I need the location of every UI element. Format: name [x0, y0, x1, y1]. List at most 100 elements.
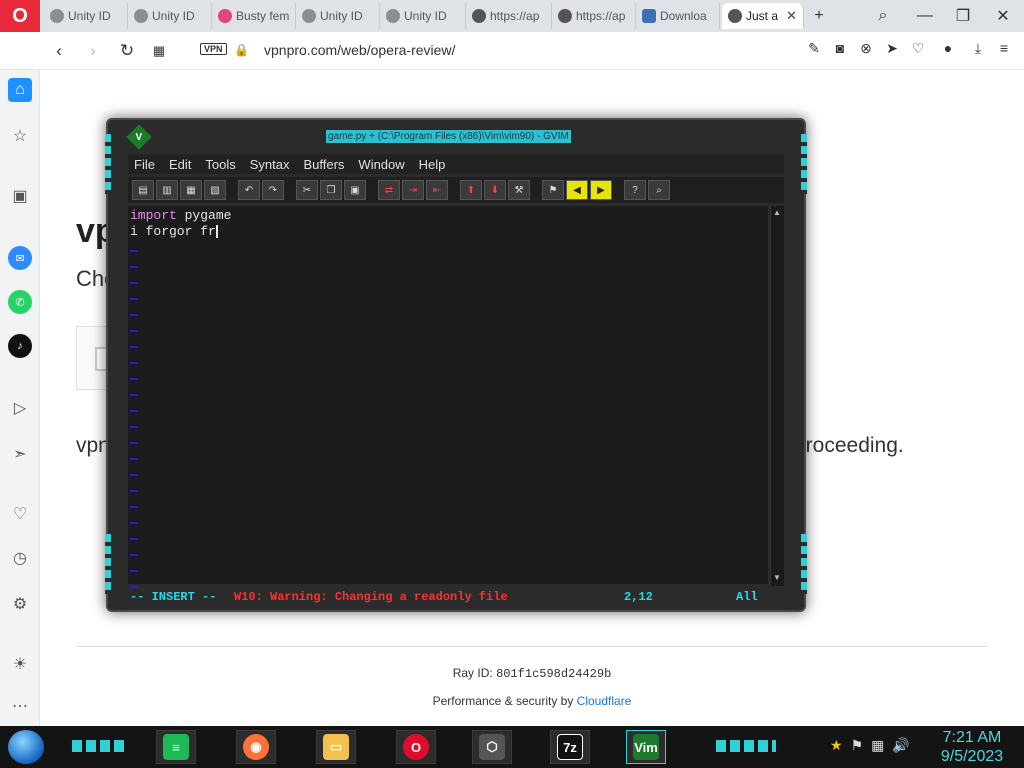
- vim-scrollbar[interactable]: ▲ ▼: [770, 206, 784, 586]
- tab-unity-id-4[interactable]: Unity ID: [380, 3, 466, 29]
- heart-sidebar-icon[interactable]: ♡: [8, 502, 32, 526]
- tab-https-1[interactable]: https://ap: [466, 3, 552, 29]
- lock-icon[interactable]: 🔒: [234, 43, 249, 57]
- send-sidebar-icon[interactable]: ➣: [8, 442, 32, 466]
- save-session-icon[interactable]: ⬇: [484, 180, 506, 200]
- volume-icon[interactable]: 🔊: [892, 737, 909, 754]
- restore-icon[interactable]: ❐: [948, 4, 978, 28]
- player-icon[interactable]: ▷: [8, 396, 32, 420]
- clock[interactable]: 7:21 AM 9/5/2023: [936, 728, 1008, 766]
- snapshot-icon[interactable]: ◙: [832, 40, 848, 57]
- menu-tools[interactable]: Tools: [205, 157, 235, 172]
- tab-unity-id-3[interactable]: Unity ID: [296, 3, 380, 29]
- run-script-icon[interactable]: ⚒: [508, 180, 530, 200]
- taskbar-7zip[interactable]: 7z: [550, 730, 590, 764]
- vim-editor[interactable]: import pygame i forgor fr: [128, 206, 768, 588]
- save-icon[interactable]: ▥: [156, 180, 178, 200]
- star-icon[interactable]: ☆: [8, 124, 32, 148]
- tab-https-2[interactable]: https://ap: [552, 3, 636, 29]
- start-button[interactable]: [8, 730, 44, 764]
- tilde-marker: [130, 298, 138, 300]
- taskbar-unity-hub[interactable]: ⬡: [472, 730, 512, 764]
- tiktok-icon[interactable]: ♪: [8, 334, 32, 358]
- gear-icon[interactable]: ⚙: [8, 592, 32, 616]
- minimize-icon[interactable]: —: [910, 4, 940, 28]
- opera-menu-button[interactable]: O: [0, 0, 40, 32]
- paste-icon[interactable]: ▣: [344, 180, 366, 200]
- help-icon[interactable]: ?: [624, 180, 646, 200]
- tilde-marker: [130, 330, 138, 332]
- lightbulb-icon[interactable]: ☀: [8, 652, 32, 676]
- redo-icon[interactable]: ↷: [262, 180, 284, 200]
- text-cursor: [215, 225, 218, 239]
- adblock-icon[interactable]: ⊗: [858, 40, 874, 57]
- vpn-badge[interactable]: VPN: [200, 43, 227, 55]
- download-icon[interactable]: ⤓: [970, 40, 986, 57]
- cloudflare-link[interactable]: Cloudflare: [577, 694, 632, 708]
- find-next-icon[interactable]: ⇥: [402, 180, 424, 200]
- taskbar-accent: [72, 740, 128, 752]
- find-replace-icon[interactable]: ⇄: [378, 180, 400, 200]
- copy-icon[interactable]: ❐: [320, 180, 342, 200]
- gvim-window[interactable]: V game.py + (C:\Program Files (x86)\Vim\…: [105, 118, 807, 612]
- tab-download[interactable]: Downloa: [636, 3, 720, 29]
- undo-icon[interactable]: ↶: [238, 180, 260, 200]
- history-icon[interactable]: ◷: [8, 546, 32, 570]
- tilde-marker: [130, 346, 138, 348]
- heart-icon[interactable]: ♡: [910, 40, 926, 57]
- whatsapp-icon[interactable]: ✆: [8, 290, 32, 314]
- more-icon[interactable]: ⋯: [8, 694, 32, 718]
- url-field[interactable]: vpnpro.com/web/opera-review/: [264, 42, 455, 58]
- menu-file[interactable]: File: [134, 157, 155, 172]
- find-help-icon[interactable]: ⌕: [648, 180, 670, 200]
- tab-busty[interactable]: Busty fem: [212, 3, 296, 29]
- edit-icon[interactable]: ✎: [806, 40, 822, 57]
- shopping-bag-icon[interactable]: ▣: [8, 184, 32, 208]
- tag-jump-icon[interactable]: ◀: [566, 180, 588, 200]
- tab-just-a-moment[interactable]: Just a ✕: [722, 3, 804, 29]
- tab-grid-icon[interactable]: ▦: [146, 38, 172, 64]
- cut-icon[interactable]: ✂: [296, 180, 318, 200]
- reload-icon[interactable]: ↻: [114, 38, 140, 64]
- settings-menu-icon[interactable]: ≡: [996, 40, 1012, 57]
- close-tab-icon[interactable]: ✕: [786, 8, 797, 24]
- unity-icon: [386, 9, 400, 23]
- tag-back-icon[interactable]: ▶: [590, 180, 612, 200]
- tab-unity-id-2[interactable]: Unity ID: [128, 3, 212, 29]
- network-icon[interactable]: ▦: [871, 737, 884, 754]
- flag-icon[interactable]: ⚑: [851, 737, 864, 754]
- close-window-icon[interactable]: ✕: [988, 4, 1018, 28]
- scroll-up-icon[interactable]: ▲: [773, 208, 781, 217]
- load-session-icon[interactable]: ⬆: [460, 180, 482, 200]
- make-icon[interactable]: ⚑: [542, 180, 564, 200]
- tilde-marker: [130, 554, 138, 556]
- taskbar-vim[interactable]: Vim: [626, 730, 666, 764]
- menu-edit[interactable]: Edit: [169, 157, 191, 172]
- taskbar-file-explorer[interactable]: ▭: [316, 730, 356, 764]
- search-tabs-icon[interactable]: ⌕: [868, 4, 898, 28]
- tab-unity-id-1[interactable]: Unity ID: [44, 3, 128, 29]
- menu-syntax[interactable]: Syntax: [250, 157, 290, 172]
- menu-window[interactable]: Window: [358, 157, 404, 172]
- back-icon[interactable]: ‹: [46, 38, 72, 64]
- taskbar-spotify[interactable]: ≡: [156, 730, 196, 764]
- profile-icon[interactable]: ●: [936, 40, 960, 57]
- frame-accent: [105, 534, 111, 594]
- scroll-down-icon[interactable]: ▼: [773, 573, 781, 582]
- taskbar-firefox[interactable]: ◉: [236, 730, 276, 764]
- scroll-position: All: [736, 590, 758, 604]
- print-icon[interactable]: ▧: [204, 180, 226, 200]
- menu-help[interactable]: Help: [419, 157, 446, 172]
- home-icon[interactable]: ⌂: [8, 78, 32, 102]
- open-icon[interactable]: ▤: [132, 180, 154, 200]
- menu-buffers[interactable]: Buffers: [303, 157, 344, 172]
- messenger-icon[interactable]: ✉: [8, 246, 32, 270]
- new-tab-button[interactable]: +: [804, 4, 834, 28]
- save-all-icon[interactable]: ▦: [180, 180, 202, 200]
- find-prev-icon[interactable]: ⇤: [426, 180, 448, 200]
- vim-titlebar[interactable]: V game.py + (C:\Program Files (x86)\Vim\…: [120, 124, 792, 150]
- send-icon[interactable]: ➤: [884, 40, 900, 57]
- forward-icon[interactable]: ›: [80, 38, 106, 64]
- star-tray-icon[interactable]: ★: [830, 737, 843, 754]
- taskbar-opera[interactable]: O: [396, 730, 436, 764]
